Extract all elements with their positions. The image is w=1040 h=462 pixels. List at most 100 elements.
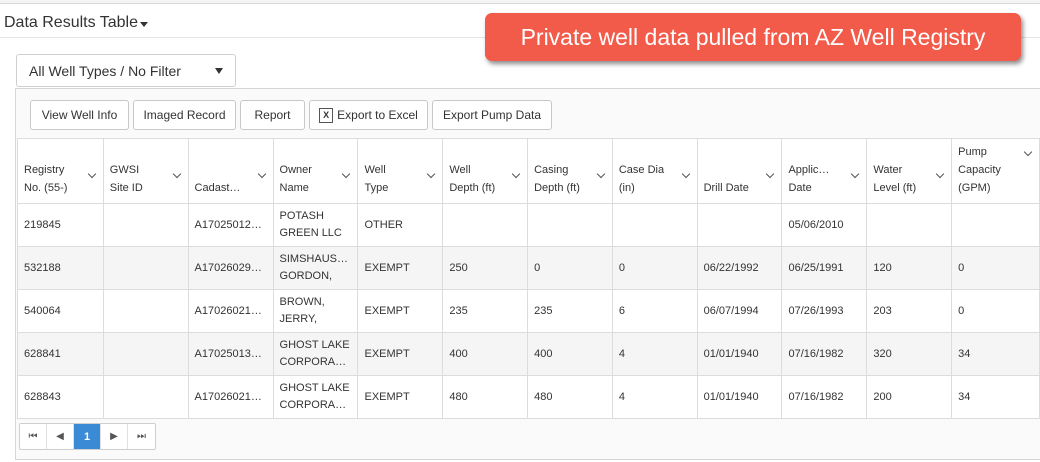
cell-text: 07/26/1993	[788, 304, 844, 317]
last-page-button[interactable]: ⏭	[128, 424, 155, 449]
table-cell: 0	[951, 289, 1040, 333]
table-cell: A17026021…	[187, 289, 274, 333]
prev-page-button[interactable]: ◀	[47, 424, 74, 449]
cell-text: 4	[618, 390, 625, 403]
table-row[interactable]: 628841 A17025013… GHOST LAKE CORPORA… EXEMPT…	[17, 332, 1040, 376]
sort-chevron-icon[interactable]	[766, 169, 775, 179]
table-cell	[102, 246, 189, 290]
column-header[interactable]: Water Level (ft)	[866, 138, 953, 204]
table-cell: 400	[527, 332, 613, 376]
table-cell: 0	[527, 246, 613, 290]
table-cell: EXEMPT	[357, 289, 444, 333]
cell-text: EXEMPT	[364, 390, 410, 403]
cell-text: EXEMPT	[364, 347, 410, 360]
cell-text: 320	[873, 347, 892, 360]
column-header[interactable]: Registry No. (55-)	[17, 138, 104, 204]
cell-text: 0	[958, 261, 965, 274]
column-header-label: Cadast…	[194, 182, 241, 194]
cell-text: 34	[958, 347, 971, 360]
table-header-row: Registry No. (55-) GWSI Site ID Cadast… Owner…	[17, 138, 1040, 204]
table-row[interactable]: 532188 A17026029… SIMSHAUS… GORDON, EXEMPT 25…	[17, 246, 1040, 290]
column-header-label: Pump	[958, 146, 987, 158]
column-header[interactable]: Casing Depth (ft)	[527, 138, 613, 204]
cell-text: 0	[534, 261, 541, 274]
cell-text: GHOST LAKE	[279, 382, 350, 394]
column-header[interactable]: Case Dia (in)	[611, 138, 698, 204]
cell-text: 400	[449, 347, 468, 360]
table-cell: 05/06/2010	[781, 203, 868, 247]
table-cell: BROWN, JERRY,	[272, 289, 359, 333]
table-cell	[102, 332, 189, 376]
table-cell	[527, 203, 613, 247]
page-title: Data Results Table	[4, 14, 138, 31]
table-cell: 540064	[17, 289, 104, 333]
table-cell: 01/01/1940	[696, 332, 783, 376]
column-header-label: Well	[449, 164, 471, 176]
next-page-button[interactable]: ▶	[101, 424, 128, 449]
results-table-title[interactable]: Data Results Table	[4, 14, 148, 32]
table-cell: 34	[951, 332, 1040, 376]
table-cell: 400	[442, 332, 529, 376]
column-header[interactable]: Well Type	[357, 138, 444, 204]
column-header-label: Registry	[24, 164, 65, 176]
table-row[interactable]: 628843 A17026021… GHOST LAKE CORPORA… EXEMPT…	[17, 375, 1040, 419]
column-header-label: Type	[364, 182, 389, 194]
caret-down-icon	[140, 21, 148, 27]
column-header[interactable]: Well Depth (ft)	[442, 138, 529, 204]
well-type-filter-select[interactable]: All Well Types / No Filter	[16, 54, 236, 87]
table-row[interactable]: 219845 A17025012… POTASH GREEN LLC OTHER 05/0…	[17, 203, 1040, 247]
cell-text: A17026021…	[194, 390, 262, 403]
cell-text: 235	[534, 304, 553, 317]
table-cell	[442, 203, 529, 247]
column-header[interactable]: Pump Capacity (GPM)	[951, 138, 1040, 204]
cell-text: EXEMPT	[364, 304, 410, 317]
column-header[interactable]: Owner Name	[272, 138, 359, 204]
view-well-info-button[interactable]: View Well Info	[30, 100, 129, 130]
cell-text: 532188	[24, 261, 61, 274]
cell-text: CORPORA…	[279, 356, 347, 368]
table-cell: 203	[866, 289, 953, 333]
table-cell: 250	[442, 246, 529, 290]
cell-text: BROWN,	[279, 296, 325, 308]
cell-text: EXEMPT	[364, 261, 410, 274]
table-cell: EXEMPT	[357, 246, 444, 290]
table-cell: 219845	[17, 203, 104, 247]
export-to-excel-button[interactable]: X Export to Excel	[309, 100, 428, 130]
export-pump-data-button[interactable]: Export Pump Data	[432, 100, 552, 130]
column-header-label: Water	[873, 164, 903, 176]
sort-chevron-icon[interactable]	[257, 169, 266, 179]
column-header-label: Site ID	[109, 182, 143, 194]
cell-text: A17025013…	[194, 347, 262, 360]
column-header-label: No. (55-)	[24, 182, 68, 194]
page-1-button[interactable]: 1	[74, 424, 101, 449]
cell-text: 540064	[24, 304, 61, 317]
column-header-label: Capacity	[958, 164, 1001, 176]
cell-text: 480	[534, 390, 553, 403]
cell-text: OTHER	[364, 218, 403, 231]
cell-text: 203	[873, 304, 892, 317]
cell-text: A17025012…	[194, 218, 262, 231]
table-cell: POTASH GREEN LLC	[272, 203, 359, 247]
table-cell: SIMSHAUS… GORDON,	[272, 246, 359, 290]
table-row[interactable]: 540064 A17026021… BROWN, JERRY, EXEMPT 235 235…	[17, 289, 1040, 333]
column-header-label: Name	[279, 182, 309, 194]
column-header-label: Drill Date	[703, 182, 749, 194]
first-page-button[interactable]: ⏮	[20, 424, 47, 449]
table-cell: A17026029…	[187, 246, 274, 290]
table-cell: 628841	[17, 332, 104, 376]
column-header[interactable]: GWSI Site ID	[102, 138, 189, 204]
cell-text: 01/01/1940	[703, 390, 759, 403]
column-header[interactable]: Applic… Date	[781, 138, 868, 204]
report-button[interactable]: Report	[240, 100, 305, 130]
column-header-label: Owner	[279, 164, 312, 176]
column-header[interactable]: Drill Date	[696, 138, 783, 204]
well-results-table: Registry No. (55-) GWSI Site ID Cadast… Owner…	[17, 138, 1040, 419]
cell-text: GREEN LLC	[279, 227, 342, 239]
cell-text: 06/25/1991	[788, 261, 844, 274]
column-header-label: Depth (ft)	[449, 182, 496, 194]
table-cell: 235	[442, 289, 529, 333]
imaged-record-button[interactable]: Imaged Record	[133, 100, 236, 130]
table-cell: 06/22/1992	[696, 246, 783, 290]
column-header[interactable]: Cadast…	[187, 138, 274, 204]
cell-text: 0	[958, 304, 965, 317]
